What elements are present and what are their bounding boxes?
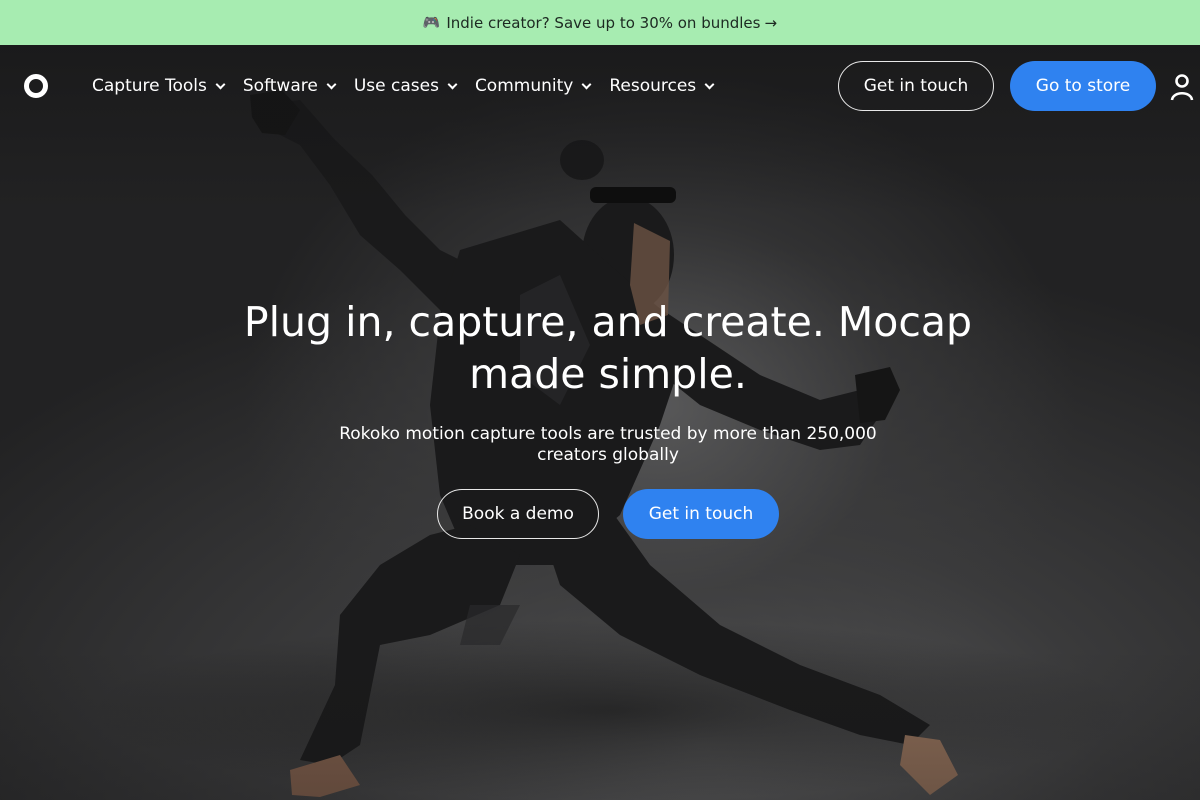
chevron-down-icon bbox=[704, 79, 715, 89]
hero-get-in-touch-button[interactable]: Get in touch bbox=[623, 489, 779, 539]
menu-use-cases[interactable]: Use cases bbox=[353, 76, 458, 96]
menu-label: Community bbox=[474, 76, 574, 96]
top-navbar: Capture Tools Software Use cases Communi… bbox=[0, 45, 1200, 127]
ring-logo-icon[interactable] bbox=[24, 74, 48, 98]
nav-get-in-touch-button[interactable]: Get in touch bbox=[838, 61, 994, 111]
chevron-down-icon bbox=[581, 79, 592, 89]
hero-background bbox=[0, 45, 1200, 800]
subheadline-line-1: Rokoko motion capture tools are trusted … bbox=[339, 424, 877, 444]
promo-text: Indie creator? Save up to 30% on bundles bbox=[446, 13, 761, 32]
user-icon[interactable] bbox=[1170, 73, 1194, 101]
menu-label: Software bbox=[242, 76, 318, 96]
subheadline-line-2: creators globally bbox=[537, 445, 679, 465]
headline-line-2: made simple. bbox=[469, 350, 747, 398]
gamepad-icon: 🎮 bbox=[422, 14, 441, 31]
menu-resources[interactable]: Resources bbox=[609, 76, 715, 96]
menu-community[interactable]: Community bbox=[474, 76, 592, 96]
book-demo-button[interactable]: Book a demo bbox=[437, 489, 599, 539]
go-to-store-button[interactable]: Go to store bbox=[1010, 61, 1156, 111]
chevron-down-icon bbox=[447, 79, 458, 89]
menu-label: Capture Tools bbox=[92, 76, 207, 96]
arrow-right-icon: → bbox=[764, 13, 778, 32]
hero-headline: Plug in, capture, and create. Mocap made… bbox=[180, 296, 1036, 400]
menu-capture-tools[interactable]: Capture Tools bbox=[92, 76, 226, 96]
hero-subheadline: Rokoko motion capture tools are trusted … bbox=[310, 424, 906, 466]
chevron-down-icon bbox=[326, 79, 337, 89]
menu-label: Resources bbox=[609, 76, 697, 96]
menu-label: Use cases bbox=[353, 76, 439, 96]
main-menu: Capture Tools Software Use cases Communi… bbox=[92, 45, 732, 127]
hero-overlay bbox=[0, 45, 1200, 800]
promo-banner[interactable]: 🎮 Indie creator? Save up to 30% on bundl… bbox=[0, 0, 1200, 45]
chevron-down-icon bbox=[215, 79, 226, 89]
menu-software[interactable]: Software bbox=[242, 76, 337, 96]
headline-line-1: Plug in, capture, and create. Mocap bbox=[243, 298, 973, 346]
